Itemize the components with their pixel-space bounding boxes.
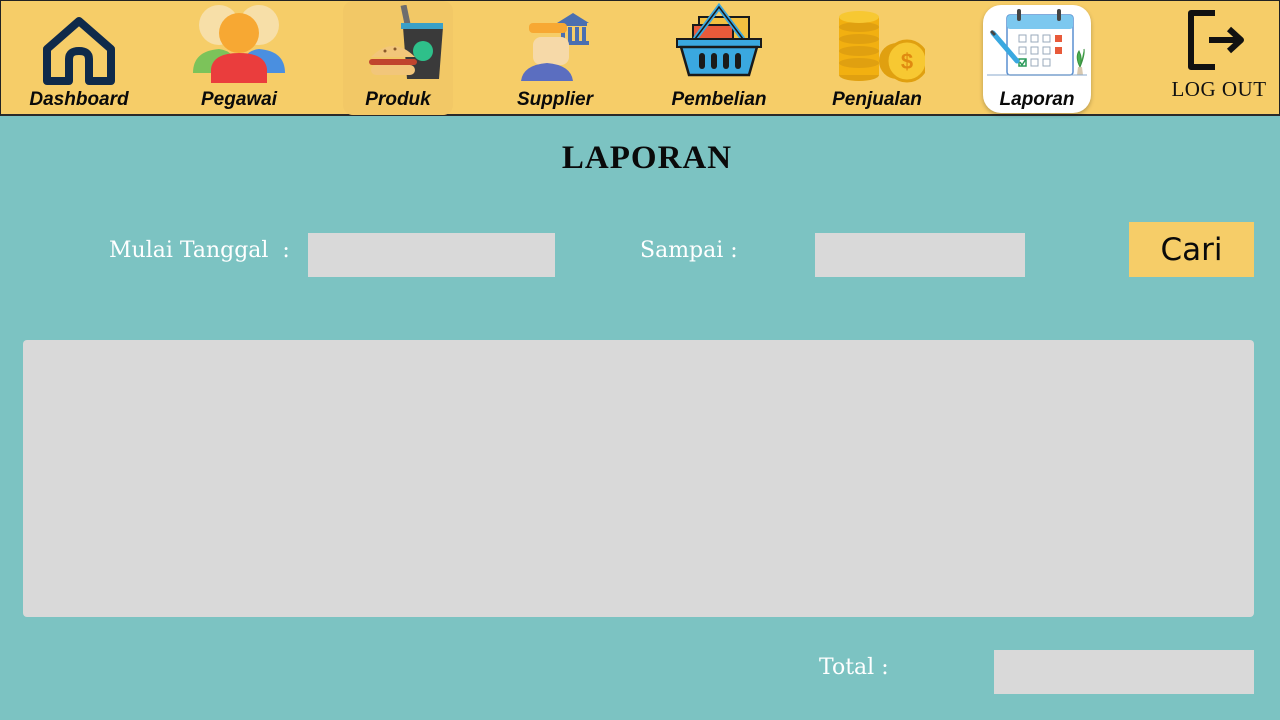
logout-icon [1188, 10, 1244, 70]
calendar-report-icon [987, 9, 1087, 76]
end-date-label: Sampai : [640, 238, 738, 263]
start-date-input[interactable] [308, 233, 555, 277]
nav-penjualan[interactable]: $ Penjualan [819, 1, 935, 115]
logout-label: LOG OUT [1171, 77, 1267, 101]
nav-pegawai[interactable]: Pegawai [181, 1, 297, 115]
home-icon [43, 17, 115, 85]
supplier-icon [521, 13, 589, 81]
report-table[interactable] [23, 340, 1254, 617]
total-field[interactable] [994, 650, 1254, 694]
nav-label-laporan: Laporan [999, 89, 1075, 110]
nav-label-supplier: Supplier [516, 89, 593, 110]
start-date-label: Mulai Tanggal : [109, 238, 290, 263]
nav-label-produk: Produk [365, 89, 431, 110]
nav-dashboard[interactable]: Dashboard [21, 1, 137, 115]
nav-label-pembelian: Pembelian [671, 89, 767, 110]
nav-label-dashboard: Dashboard [29, 89, 129, 110]
end-date-input[interactable] [815, 233, 1025, 277]
search-button[interactable]: Cari [1129, 222, 1254, 277]
svg-text:$: $ [901, 49, 913, 74]
shopping-basket-icon [676, 3, 762, 77]
nav-label-penjualan: Penjualan [832, 89, 922, 110]
nav-laporan[interactable]: Laporan [983, 1, 1091, 115]
nav-supplier[interactable]: Supplier [501, 1, 609, 115]
total-label: Total : [819, 655, 889, 680]
nav-pembelian[interactable]: Pembelian [661, 1, 777, 115]
page-title: LAPORAN [561, 140, 733, 176]
nav-label-pegawai: Pegawai [200, 89, 278, 110]
food-drink-icon [369, 5, 443, 79]
coins-icon: $ [839, 11, 925, 83]
top-navbar: Dashboard Pegawai Produk Supplier Pembel… [0, 0, 1280, 116]
nav-produk[interactable]: Produk [343, 1, 453, 115]
employees-icon [193, 5, 285, 83]
logout-button[interactable]: LOG OUT [1161, 1, 1277, 115]
